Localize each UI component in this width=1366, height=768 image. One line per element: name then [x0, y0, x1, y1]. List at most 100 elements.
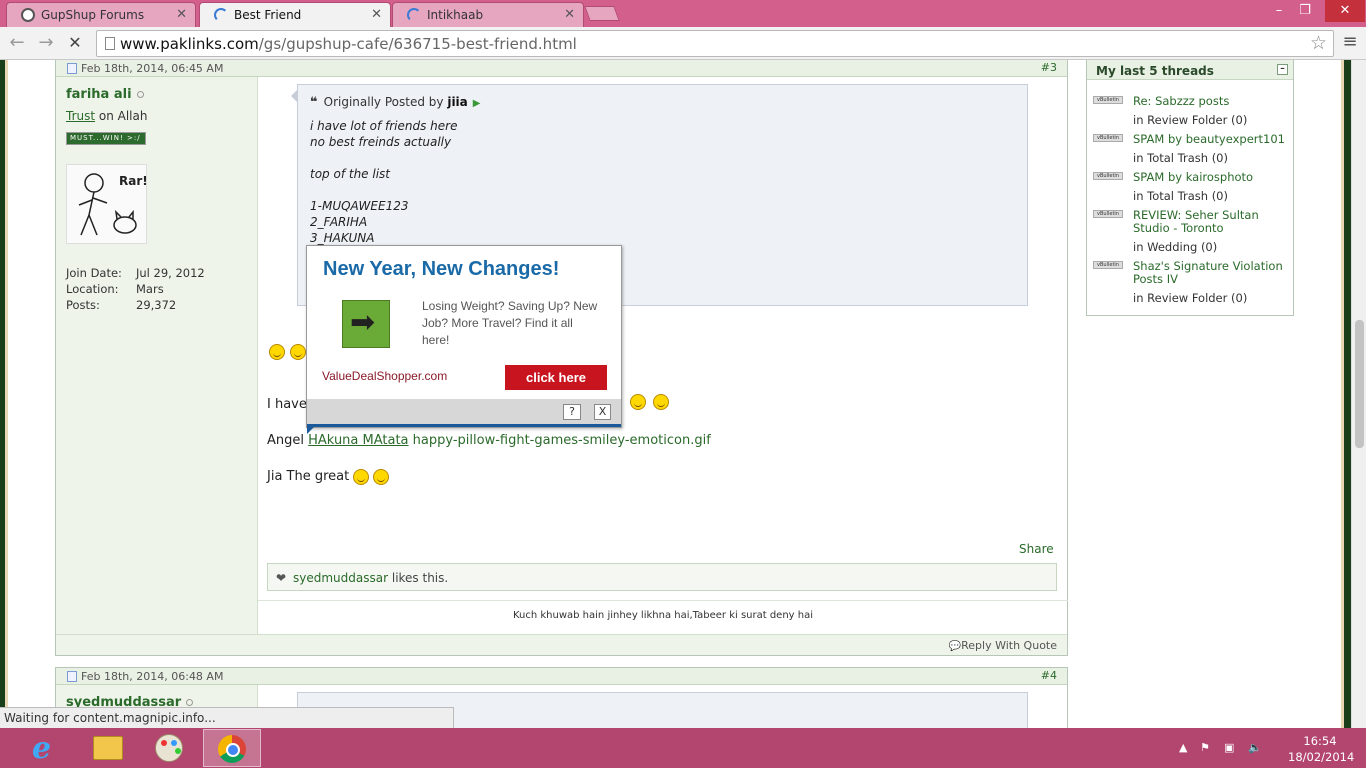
- url-text[interactable]: www.paklinks.com/gs/gupshup-cafe/636715-…: [120, 35, 577, 53]
- thread-forum: in Review Folder (0): [1133, 291, 1248, 305]
- ad-arrow-image[interactable]: ➡: [342, 300, 390, 348]
- thread-title[interactable]: SPAM by kairosphoto: [1133, 171, 1293, 184]
- view-post-arrow-icon[interactable]: ▶: [473, 98, 481, 109]
- page-icon: [105, 37, 115, 50]
- offline-status-icon: [136, 91, 144, 98]
- ad-popup: New Year, New Changes! ➡ Losing Weight? …: [306, 245, 622, 434]
- taskbar-clock[interactable]: 16:54 18/02/2014: [1288, 733, 1355, 765]
- user-info-panel: fariha ali Trust on Allah MUST...WIN! >:…: [56, 77, 258, 634]
- tab-intikhaab[interactable]: Intikhaab ✕: [392, 2, 584, 27]
- tab-gupshup-forums[interactable]: GupShup Forums ✕: [6, 2, 196, 27]
- widget-header: My last 5 threads –: [1087, 60, 1293, 80]
- thread-title[interactable]: REVIEW: Seher Sultan Studio - Toronto: [1133, 209, 1293, 235]
- thread-forum: in Wedding (0): [1133, 240, 1218, 254]
- thread-title[interactable]: Re: Sabzzz posts: [1133, 95, 1293, 108]
- bookmark-star-icon[interactable]: ☆: [1310, 32, 1327, 54]
- stop-loading-icon[interactable]: ✕: [64, 32, 86, 54]
- site-favicon-icon: [21, 8, 35, 22]
- forward-arrow-icon[interactable]: →: [35, 32, 57, 54]
- tab-strip: GupShup Forums ✕ Best Friend ✕ Intikhaab…: [0, 0, 1366, 28]
- ad-domain[interactable]: ValueDealShopper.com: [322, 369, 447, 383]
- reply-with-quote-button[interactable]: Reply With Quote: [949, 639, 1057, 652]
- thread-forum: in Review Folder (0): [1133, 113, 1248, 127]
- collapse-icon[interactable]: –: [1277, 64, 1288, 75]
- gif-filename: happy-pillow-fight-games-smiley-emoticon…: [412, 433, 711, 448]
- back-arrow-icon[interactable]: ←: [6, 32, 28, 54]
- tab-label: Intikhaab: [427, 8, 484, 22]
- thread-title[interactable]: Shaz's Signature Violation Posts IV: [1133, 260, 1293, 286]
- close-icon[interactable]: ✕: [371, 7, 382, 22]
- smiley-icon: [290, 344, 306, 360]
- internet-explorer-icon: e: [32, 731, 52, 766]
- quote-header: ❝ Originally Posted by jiia ▶: [310, 95, 481, 110]
- post-doc-icon: [67, 671, 77, 682]
- ad-close-button[interactable]: X: [594, 404, 611, 420]
- user-title-link[interactable]: Trust: [66, 109, 95, 123]
- page-border-left: [0, 60, 8, 728]
- maximize-icon[interactable]: ❐: [1292, 0, 1318, 22]
- thread-icon: vBulletin: [1093, 261, 1123, 269]
- heart-icon: ❤: [276, 571, 287, 585]
- windows-taskbar: e ▲ ⚑ ▣ 🔈 16:54 18/02/2014: [0, 728, 1366, 768]
- post-footer: Reply With Quote: [56, 634, 1067, 655]
- post-date: Feb 18th, 2014, 06:48 AM: [81, 670, 224, 683]
- likes-bar: ❤ syedmuddassar likes this.: [267, 563, 1057, 591]
- new-tab-button[interactable]: [584, 6, 620, 21]
- post-number-link[interactable]: #4: [1041, 669, 1057, 682]
- tab-best-friend[interactable]: Best Friend ✕: [199, 2, 391, 28]
- palette-icon: [155, 734, 183, 762]
- file-explorer-button[interactable]: [79, 729, 137, 767]
- show-hidden-icons-icon[interactable]: ▲: [1179, 741, 1187, 754]
- mention-link[interactable]: HAkuna MAtata: [308, 433, 408, 448]
- clock-date: 18/02/2014: [1288, 750, 1355, 764]
- stat-location: Location: Mars: [66, 282, 164, 296]
- thread-item[interactable]: vBulletin SPAM by beautyexpert101 in Tot…: [1093, 133, 1288, 168]
- thread-title[interactable]: SPAM by beautyexpert101: [1133, 133, 1293, 146]
- thread-item[interactable]: vBulletin SPAM by kairosphoto in Total T…: [1093, 171, 1288, 206]
- browser-toolbar: ← → ✕ www.paklinks.com/gs/gupshup-cafe/6…: [0, 27, 1366, 60]
- thread-item[interactable]: vBulletin REVIEW: Seher Sultan Studio - …: [1093, 209, 1288, 258]
- minimize-icon[interactable]: –: [1266, 0, 1292, 22]
- post-header: Feb 18th, 2014, 06:45 AM #3: [56, 60, 1067, 77]
- close-icon[interactable]: ✕: [564, 7, 575, 22]
- hamburger-menu-icon[interactable]: ≡: [1340, 32, 1360, 52]
- quote-author[interactable]: jiia: [447, 95, 467, 109]
- network-icon[interactable]: ▣: [1224, 741, 1234, 754]
- share-link[interactable]: Share: [1019, 542, 1054, 556]
- smiley-icon: [373, 469, 389, 485]
- ad-click-here-button[interactable]: click here: [505, 365, 607, 390]
- window-close-icon[interactable]: ✕: [1325, 0, 1365, 22]
- internet-explorer-button[interactable]: e: [18, 729, 76, 767]
- chrome-icon: [218, 735, 246, 763]
- ad-help-button[interactable]: ?: [563, 404, 581, 420]
- scrollbar-thumb[interactable]: [1355, 320, 1364, 448]
- thread-forum: in Total Trash (0): [1133, 189, 1228, 203]
- thread-item[interactable]: vBulletin Shaz's Signature Violation Pos…: [1093, 260, 1288, 309]
- avatar-caption: Rar!: [119, 174, 148, 188]
- page-border-right: [1341, 60, 1351, 728]
- user-title: Trust on Allah: [66, 109, 148, 123]
- chrome-button[interactable]: [203, 729, 261, 767]
- action-center-flag-icon[interactable]: ⚑: [1200, 741, 1210, 754]
- ad-control-bar: ? X: [307, 399, 621, 427]
- avatar[interactable]: Rar!: [66, 164, 148, 244]
- status-bubble: Waiting for content.magnipic.info...: [0, 707, 454, 728]
- post-date: Feb 18th, 2014, 06:45 AM: [81, 62, 224, 75]
- arrow-right-icon: ➡: [350, 305, 376, 340]
- page-scrollbar[interactable]: [1351, 60, 1366, 728]
- post-number-link[interactable]: #3: [1041, 61, 1057, 74]
- signature: Kuch khuwab hain jinhey likhna hai,Tabee…: [258, 600, 1068, 634]
- thread-forum: in Total Trash (0): [1133, 151, 1228, 165]
- close-icon[interactable]: ✕: [176, 7, 187, 22]
- liker-link[interactable]: syedmuddassar: [293, 571, 388, 585]
- address-bar[interactable]: www.paklinks.com/gs/gupshup-cafe/636715-…: [96, 30, 1334, 57]
- widget-title: My last 5 threads: [1096, 64, 1214, 78]
- stat-join-date: Join Date: Jul 29, 2012: [66, 266, 205, 280]
- clock-time: 16:54: [1303, 734, 1337, 748]
- thread-item[interactable]: vBulletin Re: Sabzzz posts in Review Fol…: [1093, 95, 1288, 130]
- paint-button[interactable]: [140, 729, 198, 767]
- volume-icon[interactable]: 🔈: [1248, 741, 1262, 754]
- ad-title[interactable]: New Year, New Changes!: [323, 258, 559, 281]
- ad-body[interactable]: Losing Weight? Saving Up? New Job? More …: [422, 298, 602, 349]
- username-link[interactable]: fariha ali: [66, 87, 144, 102]
